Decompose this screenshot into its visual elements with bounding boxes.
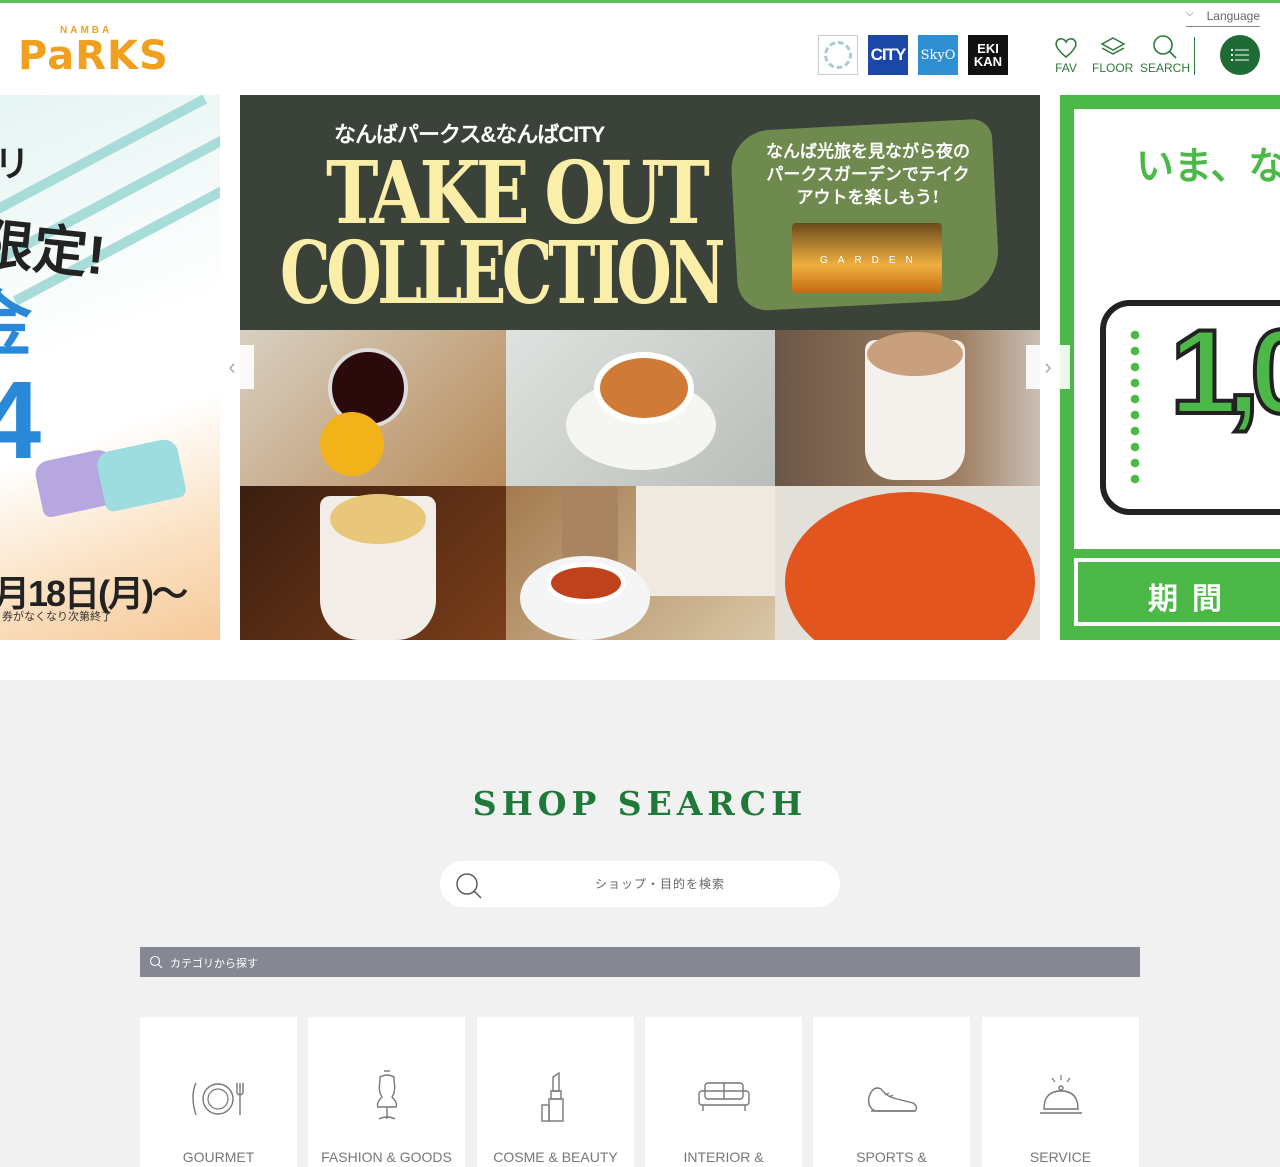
- banner-slide-prev[interactable]: リ 限定! 金 4 月18日(月)〜 券がなくなり次第終了: [0, 95, 220, 640]
- food-photo-tile: [506, 486, 775, 640]
- sister-label: SkyO: [920, 47, 956, 63]
- ring-logo-icon: [824, 41, 852, 69]
- chevron-down-icon: ⌵: [1186, 8, 1194, 19]
- category-sports[interactable]: SPORTS &: [813, 1017, 970, 1167]
- fav-label: FAV: [1055, 61, 1077, 75]
- lemon-photo: [320, 412, 384, 476]
- car-illustration: [94, 437, 188, 513]
- mannequin-icon: [376, 1070, 398, 1120]
- sneaker-icon: [867, 1087, 918, 1112]
- shop-search-section: SHOP SEARCH カテゴリから探す GOURMET FASHION & G…: [0, 680, 1280, 1167]
- banner-title-line2: COLLECTION: [280, 223, 726, 324]
- sister-site-namba-city[interactable]: CITY: [868, 35, 908, 75]
- chevron-left-icon: ‹: [228, 354, 236, 379]
- soup-photo: [785, 492, 1035, 640]
- floor-button[interactable]: FLOOR: [1092, 33, 1133, 75]
- chevron-right-icon: ›: [1044, 354, 1052, 379]
- banner-headline: いま、な: [1136, 146, 1280, 188]
- search-icon: [149, 955, 163, 969]
- banner-text: リ: [0, 143, 31, 184]
- category-label: FASHION & GOODS: [321, 1149, 452, 1165]
- category-gourmet[interactable]: GOURMET: [140, 1017, 297, 1167]
- pancake-bag-photo: [636, 486, 775, 596]
- layers-icon: [1100, 37, 1126, 55]
- heart-icon: [1055, 38, 1077, 59]
- section-title: SHOP SEARCH: [472, 784, 808, 823]
- language-label: Language: [1206, 9, 1260, 23]
- plate-cutlery-icon: [192, 1082, 244, 1116]
- garden-photo-text: GARDEN: [820, 255, 923, 266]
- floor-label: FLOOR: [1092, 61, 1134, 75]
- banner-slide-next[interactable]: いま、な 1,0 期間: [1060, 95, 1280, 640]
- category-label: GOURMET: [182, 1149, 255, 1165]
- header-divider: [1194, 37, 1195, 75]
- category-cosme-beauty[interactable]: COSME & BEAUTY: [477, 1017, 634, 1167]
- food-photo-tile: [240, 330, 506, 486]
- banner-text: 4: [0, 359, 42, 482]
- ticket-dots: [1130, 327, 1140, 487]
- mocha-top-photo: [867, 332, 963, 376]
- search-icon: [1153, 35, 1177, 59]
- tea-cup-photo: [546, 562, 626, 604]
- latte-cup-photo: [594, 352, 694, 424]
- category-bar[interactable]: カテゴリから探す: [140, 947, 1140, 977]
- takeout-cup-photo: [562, 486, 618, 566]
- language-selector[interactable]: ⌵ Language: [1186, 8, 1260, 27]
- carousel-next-button[interactable]: ›: [1026, 345, 1070, 389]
- lipstick-icon: [541, 1071, 564, 1122]
- search-icon: [456, 873, 482, 899]
- sister-site-ekikan[interactable]: EKI KAN: [968, 35, 1008, 75]
- latte-top-photo: [330, 494, 426, 544]
- logo-big-text: PaRKS: [18, 33, 169, 79]
- search-label: SEARCH: [1140, 61, 1191, 75]
- menu-button[interactable]: [1220, 35, 1260, 75]
- list-menu-icon: [1231, 49, 1249, 61]
- category-label: COSME & BEAUTY: [493, 1149, 618, 1165]
- category-label: INTERIOR &: [683, 1149, 764, 1165]
- category-label: SERVICE: [1029, 1149, 1092, 1165]
- sister-label: EKI KAN: [973, 41, 1003, 69]
- site-header: NAMBA PaRKS CITY SkyO EKI KAN FAV FLOOR …: [0, 3, 1280, 95]
- hero-carousel: リ 限定! 金 4 月18日(月)〜 券がなくなり次第終了 なんばパークス&なん…: [0, 95, 1280, 640]
- category-service[interactable]: SERVICE: [982, 1017, 1139, 1167]
- search-button[interactable]: SEARCH: [1140, 33, 1190, 75]
- category-fashion-goods[interactable]: FASHION & GOODS: [308, 1017, 465, 1167]
- fav-button[interactable]: FAV: [1052, 33, 1080, 75]
- food-photo-tile: [775, 486, 1040, 640]
- namba-parks-logo[interactable]: NAMBA PaRKS: [18, 25, 168, 79]
- category-interior[interactable]: INTERIOR &: [645, 1017, 802, 1167]
- banner-note: 券がなくなり次第終了: [2, 611, 112, 623]
- carousel-prev-button[interactable]: ‹: [210, 345, 254, 389]
- food-photo-tile: [240, 486, 506, 640]
- category-label: SPORTS &: [856, 1149, 927, 1165]
- banner-slide-active[interactable]: なんばパークス&なんばCITY TAKE OUT COLLECTION なんば光…: [240, 95, 1040, 640]
- banner-badge-text: なんば光旅を見ながら夜のパークスガーデンでテイクアウトを楽しもう!: [766, 142, 970, 208]
- banner-amount: 1,0: [1168, 303, 1280, 441]
- sofa-icon: [698, 1082, 750, 1111]
- sister-label: CITY: [870, 45, 907, 64]
- food-photo-tile: [506, 330, 775, 486]
- category-bar-label: カテゴリから探す: [170, 958, 258, 970]
- service-bell-icon: [1040, 1075, 1082, 1114]
- banner-text: 金: [0, 265, 32, 370]
- shop-search-box: [440, 861, 840, 907]
- sister-site-logo-1[interactable]: [818, 35, 858, 75]
- banner-period: 期間: [1148, 583, 1236, 616]
- shop-search-input[interactable]: [500, 869, 820, 899]
- banner-period-box: 期間: [1074, 558, 1280, 626]
- sister-site-skyo[interactable]: SkyO: [918, 35, 958, 75]
- food-photo-tile: [775, 330, 1040, 486]
